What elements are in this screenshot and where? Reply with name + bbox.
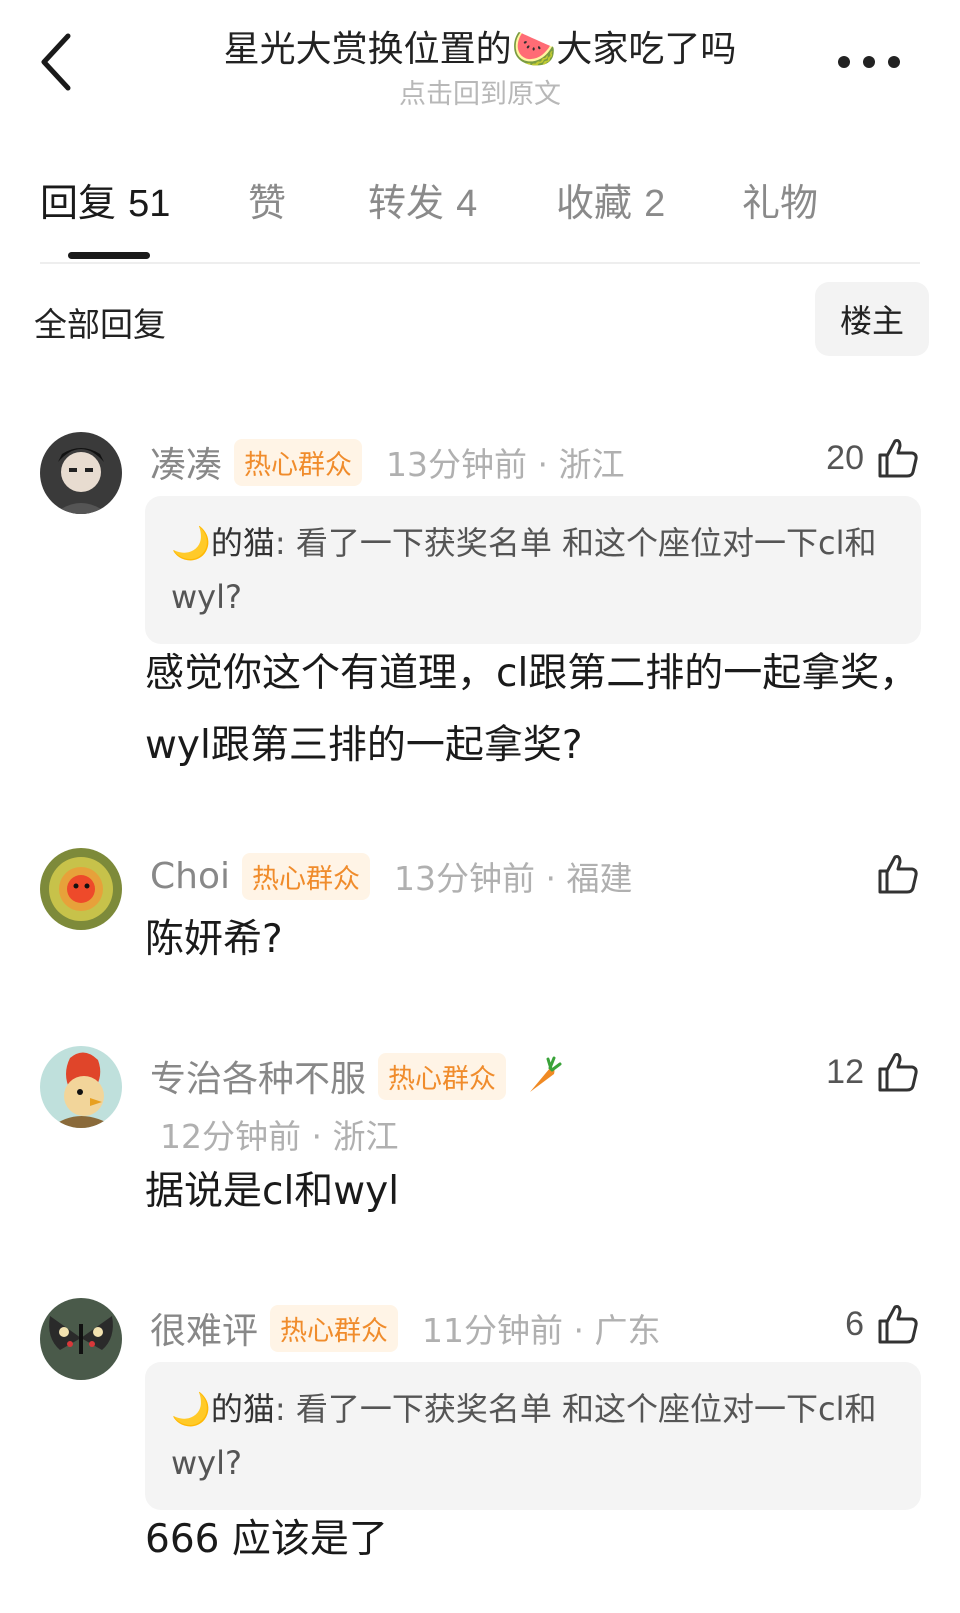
tab-label: 礼物 [742,181,819,225]
like-button[interactable]: 6 [845,1302,920,1346]
avatar-image [40,1298,122,1380]
fan-badge: 热心群众 [241,852,370,900]
back-button[interactable] [36,30,80,94]
like-count: 20 [826,438,864,477]
avatar-image [40,432,122,514]
thumbs-up-icon [878,1053,918,1092]
tab-gifts[interactable]: 礼物 [742,172,818,227]
thumbs-up-icon [878,439,918,478]
comment-text: 陈妍希? [145,917,283,962]
like-button[interactable]: 12 [826,1050,920,1094]
tab-count: 51 [128,183,171,225]
username[interactable]: 凑凑 [150,436,222,488]
like-button[interactable] [864,852,920,896]
op-only-button[interactable]: 楼主 [815,282,929,356]
quoted-reply[interactable]: 🌙的猫: 看了一下获奖名单 和这个座位对一下cl和wyl? [145,1362,921,1510]
chevron-left-icon [41,33,71,91]
tab-label: 转发 [368,181,445,225]
comment-text: 666 应该是了 [145,1517,388,1562]
avatar[interactable] [40,1298,122,1380]
avatar[interactable] [40,432,122,514]
time-location: 11分钟前 · 广东 [422,1311,661,1350]
like-count: 6 [845,1304,864,1343]
quote-author: 🌙的猫 [171,1390,275,1428]
all-replies-label[interactable]: 全部回复 [34,298,166,346]
like-count: 12 [826,1052,864,1091]
tab-bar: 回复 51 赞 转发 4 收藏 2 礼物 [0,172,960,232]
tab-count: 2 [644,183,666,225]
quote-text: : 看了一下获奖名单 和这个座位对一下cl和wyl? [171,524,877,616]
carrot-icon [530,1056,562,1092]
post-title[interactable]: 星光大赏换位置的🍉大家吃了吗 [160,20,800,72]
tab-likes[interactable]: 赞 [248,172,286,227]
username[interactable]: Choi [150,856,230,897]
active-tab-indicator [68,252,150,259]
like-button[interactable]: 20 [826,436,920,480]
avatar-image [40,848,122,930]
time-location: 13分钟前 · 浙江 [386,445,625,484]
more-options-button[interactable] [838,50,902,74]
fan-badge: 热心群众 [378,1052,507,1100]
tab-label: 赞 [248,181,287,225]
comment-meta: Choi 热心群众 13分钟前 · 福建 [150,852,632,900]
comment-meta: 凑凑 热心群众 13分钟前 · 浙江 [150,436,624,488]
thumbs-up-icon [878,855,918,894]
comment-text: 据说是cl和wyl [145,1169,400,1214]
thumbs-up-icon [878,1305,918,1344]
tab-count: 4 [456,183,478,225]
username[interactable]: 专治各种不服 [150,1050,366,1102]
tab-favorites[interactable]: 收藏 2 [556,172,665,227]
more-dot [888,56,900,68]
tab-label: 收藏 [556,181,633,225]
quote-author: 🌙的猫 [171,524,275,562]
quoted-reply[interactable]: 🌙的猫: 看了一下获奖名单 和这个座位对一下cl和wyl? [145,496,921,644]
comment-meta: 专治各种不服 热心群众 [150,1050,562,1102]
tab-replies[interactable]: 回复 51 [40,172,170,227]
time-location: 13分钟前 · 福建 [393,859,633,898]
divider [40,262,920,264]
tab-label: 回复 [40,181,117,225]
time-location: 12分钟前 · 浙江 [160,1117,399,1156]
avatar[interactable] [40,848,122,930]
more-dot [863,56,875,68]
comment-meta: 很难评 热心群众 11分钟前 · 广东 [150,1302,660,1354]
avatar-image [40,1046,122,1128]
avatar[interactable] [40,1046,122,1128]
fan-badge: 热心群众 [234,438,363,486]
back-to-original-link[interactable]: 点击回到原文 [160,72,800,111]
quote-text: : 看了一下获奖名单 和这个座位对一下cl和wyl? [171,1390,877,1482]
username[interactable]: 很难评 [150,1302,258,1354]
tab-reposts[interactable]: 转发 4 [368,172,477,227]
comment-text: 感觉你这个有道理，cl跟第二排的一起拿奖，wyl跟第三排的一起拿奖? [145,651,919,768]
more-horizontal-icon [838,56,850,68]
fan-badge: 热心群众 [270,1304,399,1352]
